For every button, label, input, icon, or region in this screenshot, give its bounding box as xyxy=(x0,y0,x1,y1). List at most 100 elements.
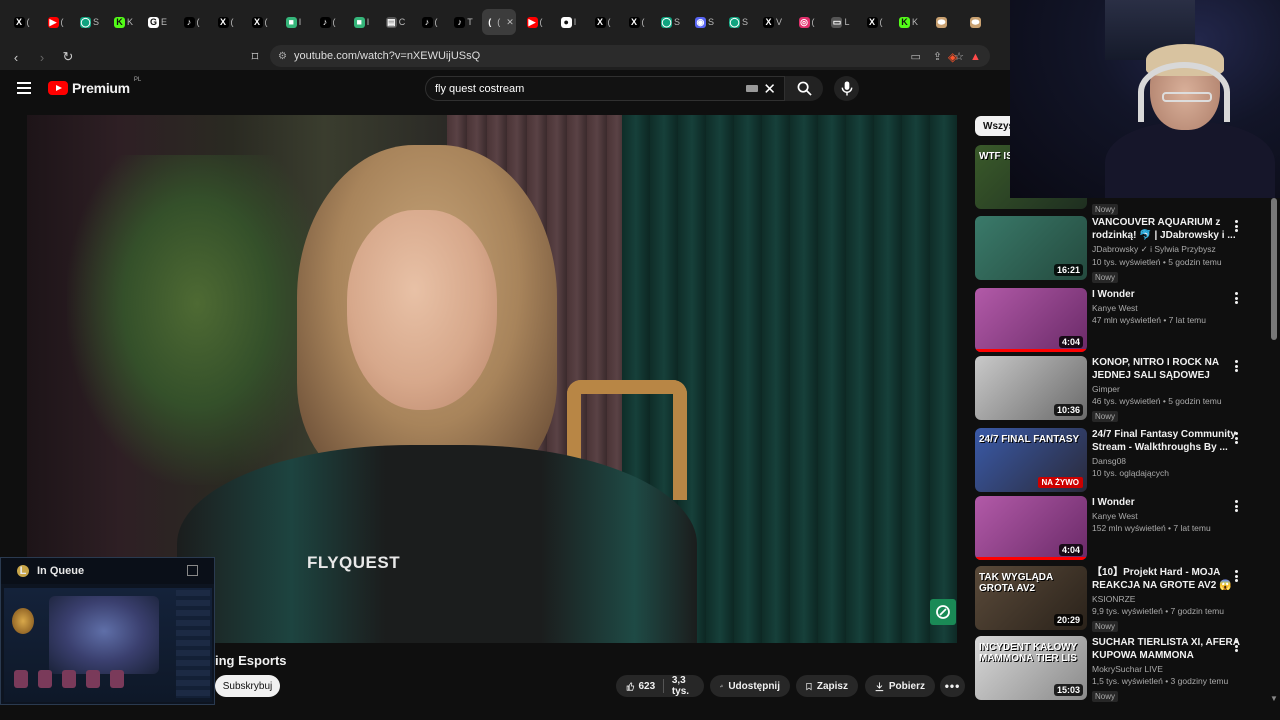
channel-watermark-icon[interactable] xyxy=(930,599,956,625)
channel-link[interactable]: Dansg08 xyxy=(1092,456,1242,466)
browser-tab[interactable]: KK xyxy=(893,9,924,35)
forward-icon[interactable]: › xyxy=(34,49,50,65)
browser-tab[interactable]: GE xyxy=(142,9,173,35)
close-tab-icon[interactable]: ✕ xyxy=(506,17,514,28)
save-button[interactable]: Zapisz xyxy=(796,675,858,697)
browser-tab[interactable]: ◉ S xyxy=(689,9,720,35)
like-count[interactable]: 623 xyxy=(639,681,656,692)
browser-tab[interactable]: ◯ S xyxy=(723,9,754,35)
download-button[interactable]: Pobierz xyxy=(865,675,935,697)
browser-tab[interactable]: X( xyxy=(6,9,37,35)
browser-tab[interactable]: ▶( xyxy=(40,9,71,35)
related-video-item[interactable]: 10:36 KONOP, NITRO I ROCK NA JEDNEJ SALI … xyxy=(975,356,1260,422)
video-title[interactable]: KONOP, NITRO I ROCK NA JEDNEJ SALI SĄDOW… xyxy=(1092,356,1242,382)
video-thumbnail[interactable]: 10:36 xyxy=(975,356,1087,420)
browser-tab[interactable]: ◯ S xyxy=(74,9,105,35)
related-video-item[interactable]: 4:04 I Wonder Kanye West 47 mln wyświetleń … xyxy=(975,288,1260,352)
more-vertical-icon[interactable] xyxy=(1235,292,1239,304)
video-title[interactable]: I Wonder xyxy=(1092,496,1242,509)
video-title[interactable]: SUCHAR TIERLISTA XI, AFERA KUPOWA MAMMON… xyxy=(1092,636,1242,662)
hamburger-menu-icon[interactable] xyxy=(17,82,31,94)
browser-tab[interactable]: X( xyxy=(587,9,618,35)
page-scrollbar-thumb[interactable] xyxy=(1271,198,1277,340)
brave-rewards-icon[interactable]: ▲ xyxy=(970,51,981,63)
browser-tab-title: ( xyxy=(196,17,200,27)
channel-link[interactable]: JDabrowsky ✓ i Sylwia Przybysz xyxy=(1092,244,1242,255)
video-thumbnail[interactable]: 24/7 FINAL FANTASY NA ŻYWO xyxy=(975,428,1087,492)
browser-tab[interactable]: ((✕ xyxy=(482,9,516,35)
browser-tab-title: S xyxy=(707,17,714,27)
video-title[interactable]: 24/7 Final Fantasy Community Stream - Wa… xyxy=(1092,428,1242,454)
browser-tab[interactable]: KK xyxy=(108,9,139,35)
browser-tab[interactable]: ♪( xyxy=(414,9,445,35)
bookmark-save-icon xyxy=(806,682,812,690)
more-vertical-icon[interactable] xyxy=(1235,220,1239,232)
browser-tab[interactable]: ▶( xyxy=(519,9,550,35)
more-vertical-icon[interactable] xyxy=(1235,640,1239,652)
browser-tab[interactable]: ◎( xyxy=(791,9,822,35)
video-title[interactable]: 【10】Projekt Hard - MOJA REAKCJA NA GROTE… xyxy=(1092,566,1242,592)
related-video-item[interactable]: TAK WYGLĄDA GROTA AV2 20:29 【10】Projekt Ha… xyxy=(975,566,1260,632)
thumbs-up-icon[interactable] xyxy=(626,680,635,693)
browser-tab[interactable]: ▤ C xyxy=(380,9,411,35)
browser-tab[interactable]: X( xyxy=(859,9,890,35)
video-thumbnail[interactable]: 4:04 xyxy=(975,288,1087,352)
browser-tab[interactable]: X( xyxy=(621,9,652,35)
subscribe-button[interactable]: Subskrybuj xyxy=(215,675,280,697)
site-info-icon[interactable]: ⚙ xyxy=(278,51,287,62)
browser-tab[interactable]: ⬬ xyxy=(961,9,992,35)
related-video-item[interactable]: 16:21 VANCOUVER AQUARIUM z rodzinką! 🐬 | … xyxy=(975,216,1260,283)
reload-icon[interactable]: ↻ xyxy=(60,49,76,65)
scroll-down-arrow-icon[interactable]: ▼ xyxy=(1270,694,1278,703)
cast-icon[interactable]: ▭ xyxy=(911,50,921,63)
bookmark-icon[interactable]: ⌑ xyxy=(247,49,263,65)
browser-tab[interactable]: ⬬ xyxy=(927,9,958,35)
related-video-item[interactable]: INCYDENT KAŁOWY MAMMONA TIER LIS 15:03 SUC… xyxy=(975,636,1260,702)
brave-shield-icon[interactable]: ◈ xyxy=(948,50,957,64)
browser-tab[interactable]: X( xyxy=(210,9,241,35)
video-thumbnail[interactable]: 16:21 xyxy=(975,216,1087,280)
video-title[interactable]: VANCOUVER AQUARIUM z rodzinką! 🐬 | JDabr… xyxy=(1092,216,1242,242)
clear-search-icon[interactable]: ✕ xyxy=(763,80,776,98)
back-icon[interactable]: ‹ xyxy=(8,49,24,65)
channel-name[interactable]: ing Esports xyxy=(215,653,287,668)
browser-tab[interactable]: ♪ T xyxy=(448,9,479,35)
video-thumbnail[interactable]: INCYDENT KAŁOWY MAMMONA TIER LIS 15:03 xyxy=(975,636,1087,700)
more-vertical-icon[interactable] xyxy=(1235,500,1239,512)
search-input[interactable]: fly quest costream ✕ xyxy=(425,76,785,101)
video-thumbnail[interactable]: TAK WYGLĄDA GROTA AV2 20:29 xyxy=(975,566,1087,630)
youtube-premium-logo[interactable]: Premium PL xyxy=(48,77,141,96)
more-vertical-icon[interactable] xyxy=(1235,570,1239,582)
related-video-item[interactable]: 24/7 FINAL FANTASY NA ŻYWO 24/7 Final Fant… xyxy=(975,428,1260,492)
share-button[interactable]: Udostępnij xyxy=(710,675,790,697)
address-bar[interactable]: ⚙ youtube.com/watch?v=nXEWUijUSsQ ▭ ⇪ ☆ xyxy=(270,45,990,67)
channel-link[interactable]: Kanye West xyxy=(1092,511,1242,521)
browser-tab[interactable]: ■ I xyxy=(278,9,309,35)
browser-tab[interactable]: XV xyxy=(757,9,788,35)
video-thumbnail[interactable]: 4:04 xyxy=(975,496,1087,560)
browser-tab[interactable]: ● I xyxy=(553,9,584,35)
voice-search-button[interactable] xyxy=(834,76,859,101)
circle-logo-icon: ◯ xyxy=(79,16,91,28)
channel-link[interactable]: MokrySuchar LIVE xyxy=(1092,664,1242,674)
browser-tab[interactable]: X( xyxy=(244,9,275,35)
browser-tab[interactable]: ◯ S xyxy=(655,9,686,35)
filter-chip-all[interactable]: Wszys xyxy=(975,116,1015,136)
channel-link[interactable]: Kanye West xyxy=(1092,303,1242,313)
channel-link[interactable]: KSIONRZE xyxy=(1092,594,1242,604)
more-actions-button[interactable]: ••• xyxy=(940,675,965,697)
search-button[interactable] xyxy=(785,76,823,101)
video-title[interactable]: I Wonder xyxy=(1092,288,1242,301)
more-vertical-icon[interactable] xyxy=(1235,360,1239,372)
channel-link[interactable]: Gimper xyxy=(1092,384,1242,394)
browser-tab[interactable]: ♪( xyxy=(176,9,207,35)
keyboard-icon[interactable] xyxy=(746,85,758,92)
share-icon[interactable]: ⇪ xyxy=(933,50,942,63)
browser-tab[interactable]: ■ I xyxy=(346,9,377,35)
browser-tab[interactable]: ▭ L xyxy=(825,9,856,35)
dislike-count[interactable]: 3,3 tys. xyxy=(672,675,694,697)
related-video-item[interactable]: 4:04 I Wonder Kanye West 152 mln wyświetleń… xyxy=(975,496,1260,560)
expand-icon[interactable] xyxy=(187,565,198,576)
more-vertical-icon[interactable] xyxy=(1235,432,1239,444)
browser-tab[interactable]: ♪( xyxy=(312,9,343,35)
